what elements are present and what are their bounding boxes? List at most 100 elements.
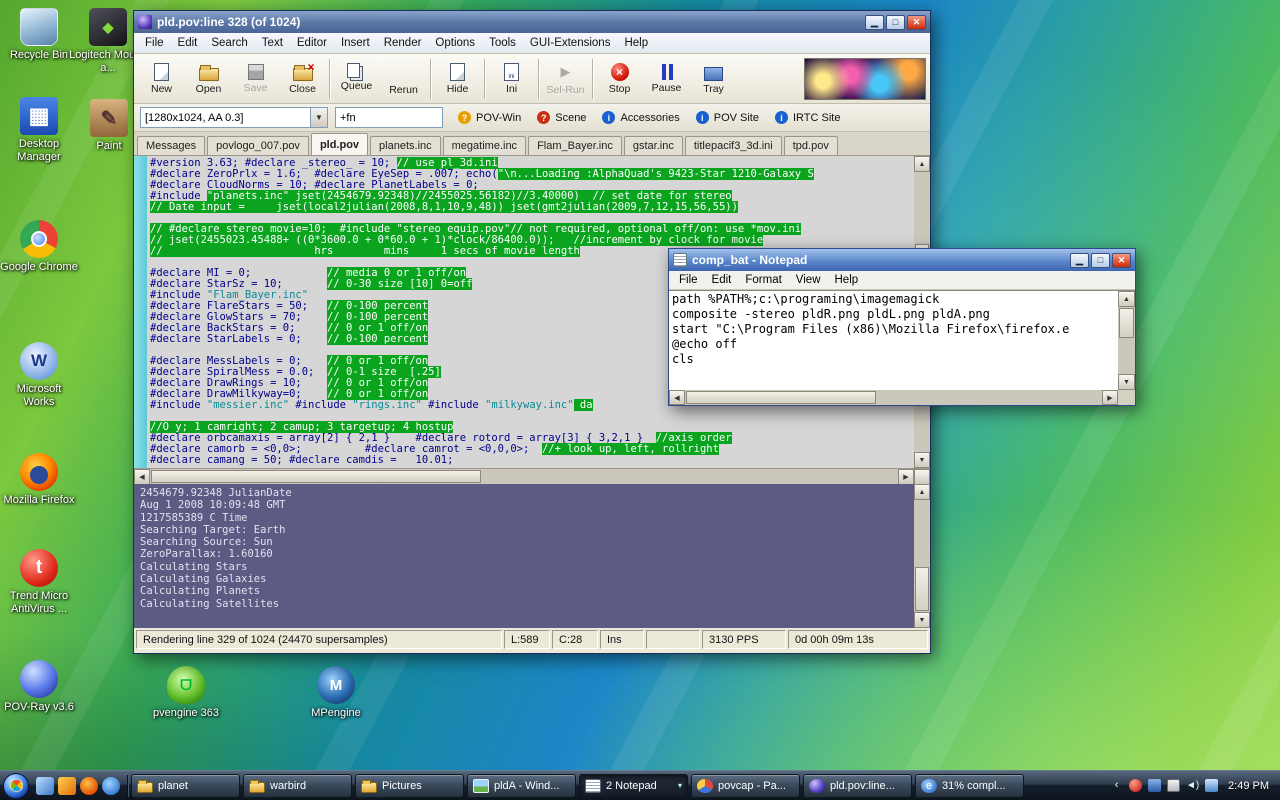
toolbar-button-sel-run[interactable]: Sel-Run [542,56,589,102]
maximize-button[interactable]: □ [1091,253,1110,268]
desktop-icon-microsoft-works[interactable]: Microsoft Works [0,342,78,409]
keyboard-layout-icon[interactable] [1167,779,1180,792]
menu-insert[interactable]: Insert [334,35,377,51]
taskbar-button-povcap-pa[interactable]: povcap - Pa... [691,774,800,798]
notepad-hscroll-thumb[interactable] [686,391,876,404]
menu-edit[interactable]: Edit [171,35,205,51]
scroll-right-icon[interactable]: ▶ [1102,390,1118,405]
link-button-accessories[interactable]: iAccessories [594,109,687,126]
link-button-pov-site[interactable]: iPOV Site [688,109,767,126]
switch-windows-icon[interactable] [58,777,76,795]
menu-gui-extensions[interactable]: GUI-Extensions [523,35,618,51]
toolbar-button-hide[interactable]: Hide [434,56,481,102]
menu-text[interactable]: Text [255,35,290,51]
scroll-down-icon[interactable]: ▼ [914,452,930,468]
scroll-up-icon[interactable]: ▲ [914,484,930,500]
menu-view[interactable]: View [789,272,828,288]
desktop-icon-trend-micro[interactable]: Trend Micro AntiVirus ... [0,549,78,616]
menu-options[interactable]: Options [428,35,482,51]
editor-horizontal-scrollbar[interactable]: ◀ ▶ [134,468,930,484]
tab-tpd-pov[interactable]: tpd.pov [784,136,838,155]
desktop-icon-recycle-bin[interactable]: Recycle Bin [0,8,78,62]
menu-help[interactable]: Help [617,35,655,51]
trend-micro-tray-icon[interactable] [1129,779,1142,792]
firefox-icon[interactable] [80,777,98,795]
tab-planets-inc[interactable]: planets.inc [370,136,441,155]
maximize-button[interactable]: □ [886,15,905,30]
taskbar-button-pictures[interactable]: Pictures [355,774,464,798]
show-desktop-icon[interactable] [36,777,54,795]
tab-titlepacif3-3d-ini[interactable]: titlepacif3_3d.ini [685,136,782,155]
menu-help[interactable]: Help [828,272,866,288]
toolbar-button-queue[interactable]: Queue [333,56,380,102]
desktop-icon-mpengine[interactable]: MPengine [297,666,375,720]
taskbar-button-2-notepad[interactable]: 2 Notepad▾ [579,774,688,798]
tab-povlogo-007-pov[interactable]: povlogo_007.pov [207,136,309,155]
notepad-vertical-scrollbar[interactable]: ▲ ▼ [1118,291,1135,390]
toolbar-button-tray[interactable]: Tray [690,56,737,102]
minimize-button[interactable]: ▁ [865,15,884,30]
notepad-text-area[interactable]: path %PATH%;c:\programing\imagemagickcom… [669,291,1118,390]
desktop-icon-google-chrome[interactable]: Google Chrome [0,220,78,274]
scroll-up-icon[interactable]: ▲ [914,156,930,172]
menu-render[interactable]: Render [377,35,429,51]
toolbar-button-ini[interactable]: Ini [488,56,535,102]
start-button[interactable] [3,773,29,799]
toolbar-button-new[interactable]: New [138,56,185,102]
taskbar-button-warbird[interactable]: warbird [243,774,352,798]
messages-vertical-scrollbar[interactable]: ▲ ▼ [914,484,930,628]
internet-explorer-icon[interactable] [102,777,120,795]
scroll-down-icon[interactable]: ▼ [1118,374,1135,390]
chevron-down-icon[interactable]: ▼ [310,108,327,127]
link-button-scene[interactable]: ?Scene [529,109,594,126]
notepad-titlebar[interactable]: comp_bat - Notepad ▁ □ ✕ [669,249,1135,271]
desktop-icon-pvengine[interactable]: pvengine 363 [147,666,225,720]
taskbar-button-plda-wind[interactable]: pldA - Wind... [467,774,576,798]
volume-icon[interactable] [1186,779,1199,792]
menu-format[interactable]: Format [738,272,788,288]
toolbar-button-close[interactable]: Close [279,56,326,102]
povray-titlebar[interactable]: pld.pov:line 328 (of 1024) ▁ □ ✕ [134,11,930,33]
tab-messages[interactable]: Messages [137,136,205,155]
desktop-icon-desktop-manager[interactable]: Desktop Manager [0,97,78,164]
editor-hscroll-thumb[interactable] [151,470,481,483]
scroll-left-icon[interactable]: ◀ [134,469,150,485]
command-line-input[interactable] [335,107,443,128]
tab-gstar-inc[interactable]: gstar.inc [624,136,683,155]
link-button-irtc-site[interactable]: iIRTC Site [767,109,848,126]
messages-vscroll-thumb[interactable] [915,567,929,611]
scroll-down-icon[interactable]: ▼ [914,612,930,628]
close-button[interactable]: ✕ [907,15,926,30]
minimize-button[interactable]: ▁ [1070,253,1089,268]
menu-search[interactable]: Search [204,35,254,51]
scroll-left-icon[interactable]: ◀ [669,390,685,405]
taskbar-button-planet[interactable]: planet [131,774,240,798]
tab-megatime-inc[interactable]: megatime.inc [443,136,526,155]
menu-file[interactable]: File [138,35,171,51]
toolbar-button-open[interactable]: Open [185,56,232,102]
toolbar-button-pause[interactable]: Pause [643,56,690,102]
tab-pld-pov[interactable]: pld.pov [311,133,368,155]
render-preview-thumbnail[interactable] [804,58,926,100]
notepad-window[interactable]: comp_bat - Notepad ▁ □ ✕ FileEditFormatV… [668,248,1136,406]
menu-editor[interactable]: Editor [290,35,334,51]
network-icon[interactable] [1205,779,1218,792]
toolbar-button-rerun[interactable]: Rerun [380,56,427,102]
taskbar-button-31-compl[interactable]: 31% compl... [915,774,1024,798]
scroll-right-icon[interactable]: ▶ [898,469,914,485]
resolution-dropdown[interactable]: [1280x1024, AA 0.3] ▼ [140,107,328,128]
notepad-vscroll-thumb[interactable] [1119,308,1134,338]
toolbar-button-stop[interactable]: Stop [596,56,643,102]
close-button[interactable]: ✕ [1112,253,1131,268]
menu-file[interactable]: File [672,272,705,288]
scroll-up-icon[interactable]: ▲ [1118,291,1135,307]
link-button-pov-win[interactable]: ?POV-Win [450,109,529,126]
toolbar-button-save[interactable]: Save [232,56,279,102]
desktop-icon-mozilla-firefox[interactable]: Mozilla Firefox [0,453,78,507]
taskbar-button-pld-pov-line[interactable]: pld.pov:line... [803,774,912,798]
display-settings-icon[interactable] [1148,779,1161,792]
menu-edit[interactable]: Edit [705,272,739,288]
notepad-horizontal-scrollbar[interactable]: ◀ ▶ [669,390,1118,405]
tab-flam-bayer-inc[interactable]: Flam_Bayer.inc [528,136,622,155]
desktop-icon-pov-ray[interactable]: POV-Ray v3.6 [0,660,78,714]
